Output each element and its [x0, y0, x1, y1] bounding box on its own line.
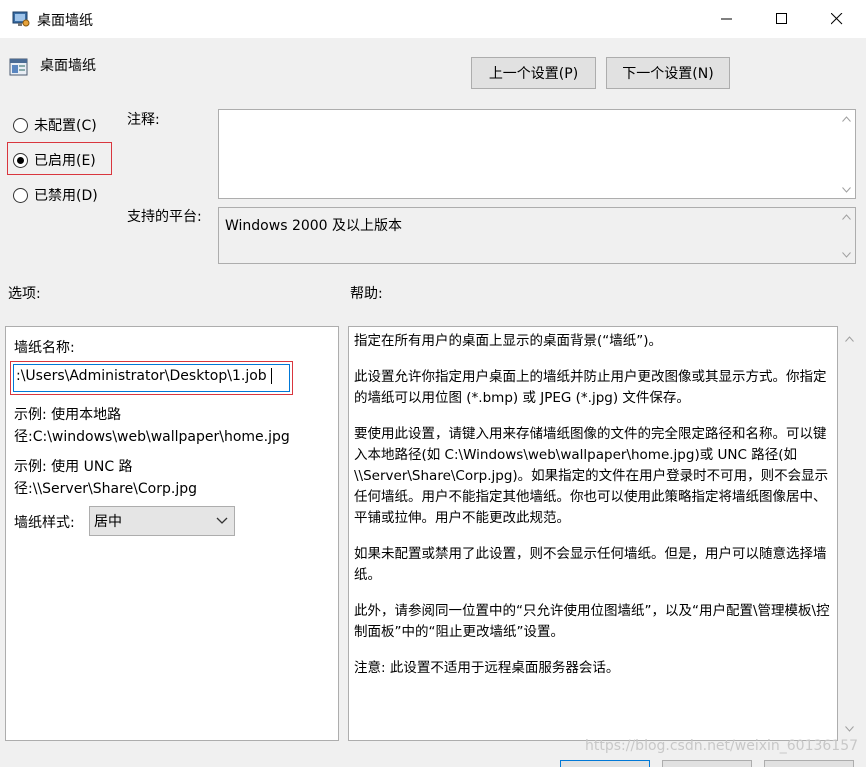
- comment-label: 注释:: [127, 112, 160, 128]
- next-setting-button[interactable]: 下一个设置(N): [606, 57, 730, 89]
- example-unc-line-1: 示例: 使用 UNC 路: [14, 459, 133, 475]
- window-title: 桌面墙纸: [37, 13, 93, 29]
- wallpaper-name-input[interactable]: :\Users\Administrator\Desktop\1.job: [13, 364, 290, 392]
- policy-name: 桌面墙纸: [40, 58, 96, 74]
- help-panel: 指定在所有用户的桌面上显示的桌面背景(“墙纸”)。 此设置允许你指定用户桌面上的…: [348, 326, 838, 741]
- platform-label: 支持的平台:: [127, 209, 202, 225]
- watermark: https://blog.csdn.net/weixin_60136157: [585, 738, 859, 754]
- text-cursor: [271, 368, 273, 384]
- comment-scrollbar[interactable]: [838, 110, 855, 198]
- cancel-button[interactable]: [662, 760, 752, 767]
- apply-button[interactable]: [764, 760, 854, 767]
- help-paragraph: 指定在所有用户的桌面上显示的桌面背景(“墙纸”)。: [354, 333, 663, 349]
- scroll-down-arrow-icon[interactable]: [838, 181, 855, 198]
- help-paragraph: 如果未配置或禁用了此设置，则不会显示任何墙纸。但是，用户可以随意选择墙纸。: [354, 546, 827, 583]
- help-paragraph: 此外，请参阅同一位置中的“只允许使用位图墙纸”，以及“用户配置\管理模板\控制面…: [354, 603, 830, 640]
- help-paragraph: 注意: 此设置不适用于远程桌面服务器会话。: [354, 660, 620, 676]
- radio-not-configured[interactable]: 未配置(C): [13, 115, 97, 135]
- example-local-line-1: 示例: 使用本地路: [14, 407, 122, 423]
- group-policy-icon: [12, 11, 30, 27]
- help-scrollbar[interactable]: [841, 326, 859, 741]
- minimize-button[interactable]: [700, 0, 754, 38]
- radio-circle[interactable]: [13, 117, 28, 133]
- platform-field: Windows 2000 及以上版本: [218, 207, 856, 264]
- scroll-down-arrow-icon[interactable]: [841, 720, 858, 737]
- wallpaper-name-label: 墙纸名称:: [14, 340, 75, 356]
- options-heading: 选项:: [8, 286, 41, 302]
- help-paragraph: 此设置允许你指定用户桌面上的墙纸并防止用户更改图像或其显示方式。你指定的墙纸可以…: [354, 369, 827, 406]
- help-heading: 帮助:: [350, 286, 383, 302]
- maximize-button[interactable]: [755, 0, 809, 38]
- previous-setting-button[interactable]: 上一个设置(P): [471, 57, 596, 89]
- platform-value: Windows 2000 及以上版本: [225, 218, 403, 234]
- chevron-down-icon: [216, 517, 228, 524]
- help-paragraph: 要使用此设置，请键入用来存储墙纸图像的文件的完全限定路径和名称。可以键入本地路径…: [354, 426, 829, 526]
- platform-scrollbar[interactable]: [838, 208, 855, 263]
- radio-label: 已禁用(D): [34, 188, 98, 204]
- wallpaper-style-value: 居中: [94, 514, 122, 530]
- example-unc-line-2: 径:\\Server\Share\Corp.jpg: [14, 481, 197, 497]
- scroll-up-arrow-icon[interactable]: [838, 208, 855, 225]
- close-button[interactable]: [810, 0, 864, 38]
- radio-disabled[interactable]: 已禁用(D): [13, 185, 98, 205]
- close-icon: [831, 13, 843, 25]
- radio-enabled[interactable]: 已启用(E): [13, 150, 96, 170]
- minimize-icon: [721, 18, 732, 20]
- radio-circle[interactable]: [13, 152, 28, 168]
- ok-button[interactable]: [560, 760, 650, 767]
- scroll-up-arrow-icon[interactable]: [841, 330, 858, 347]
- example-local-line-2: 径:C:\windows\web\wallpaper\home.jpg: [14, 429, 290, 445]
- title-bar: 桌面墙纸: [0, 0, 866, 38]
- wallpaper-name-value: :\Users\Administrator\Desktop\1.job: [16, 368, 267, 384]
- wallpaper-style-select[interactable]: 居中: [89, 506, 235, 536]
- scroll-up-arrow-icon[interactable]: [838, 110, 855, 127]
- maximize-icon: [776, 13, 787, 24]
- radio-label: 未配置(C): [34, 118, 97, 134]
- scroll-down-arrow-icon[interactable]: [838, 246, 855, 263]
- policy-setting-icon: [9, 58, 28, 76]
- radio-label: 已启用(E): [34, 153, 96, 169]
- wallpaper-style-label: 墙纸样式:: [14, 515, 75, 531]
- comment-textarea[interactable]: [218, 109, 856, 199]
- radio-circle[interactable]: [13, 187, 28, 203]
